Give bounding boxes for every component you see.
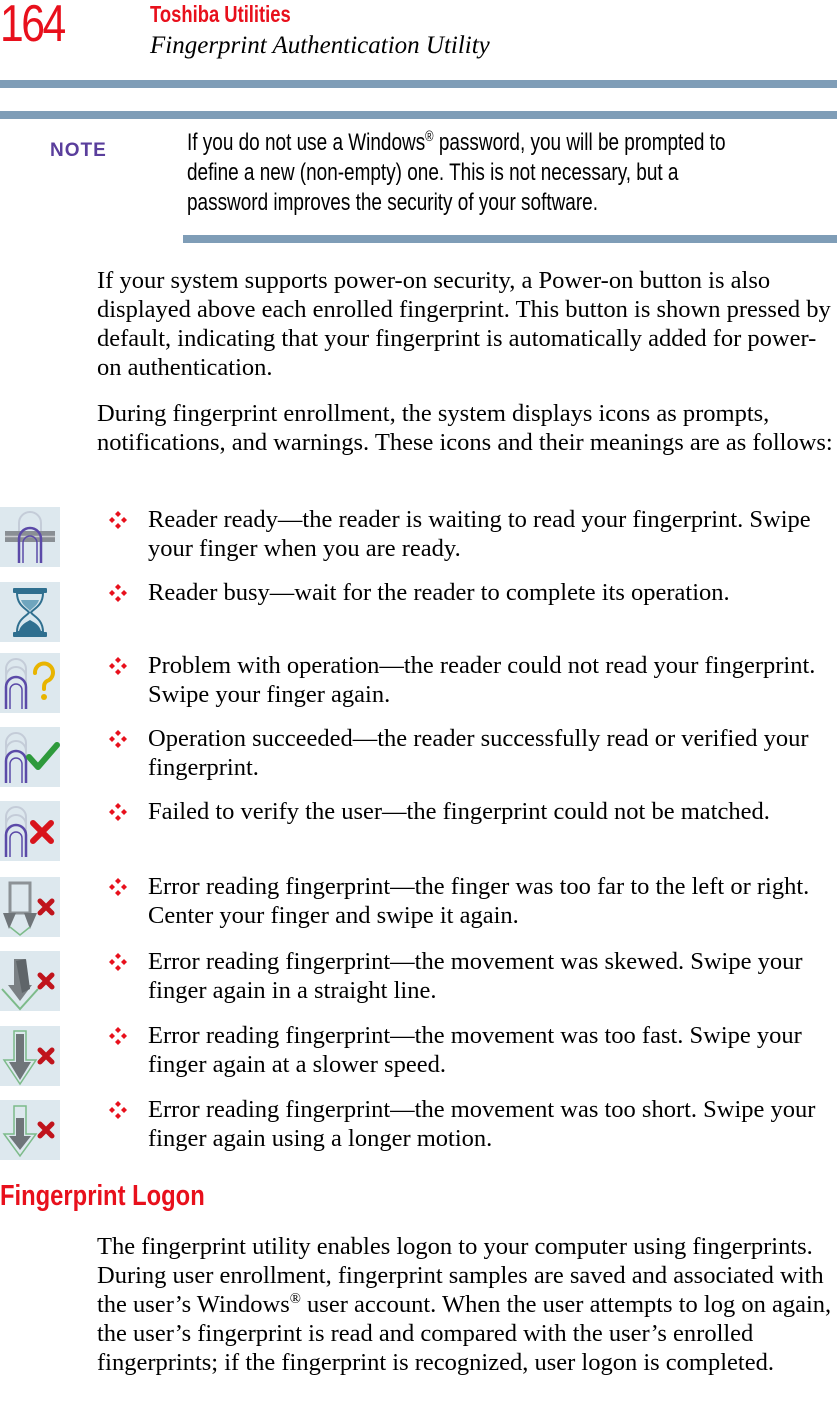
registered-mark: ®: [425, 129, 434, 145]
fingerprint-logon-paragraph: The fingerprint utility enables logon to…: [97, 1232, 837, 1377]
power-on-paragraph: If your system supports power-on securit…: [97, 267, 831, 381]
long-arrow-x-icon: [0, 1026, 60, 1086]
diamond-bullet-icon: [109, 511, 127, 529]
diamond-bullet-icon: [109, 1101, 127, 1119]
icon-item-too-fast: Error reading fingerprint—the movement w…: [148, 1022, 802, 1078]
reader-ready-icon: [0, 507, 60, 567]
diamond-bullet-icon: [109, 1027, 127, 1045]
note-text: If you do not use a Windows® password, y…: [187, 128, 740, 218]
short-arrow-x-icon: [0, 1100, 60, 1160]
icon-item-left-right: Error reading fingerprint—the finger was…: [148, 873, 810, 929]
icon-item-skewed: Error reading fingerprint—the movement w…: [148, 948, 803, 1004]
note-label: NOTE: [50, 140, 107, 161]
icon-item-reader-busy: Reader busy—wait for the reader to compl…: [148, 579, 730, 606]
skewed-arrow-x-icon: [0, 951, 60, 1011]
icon-item-failed: Failed to verify the user—the fingerprin…: [148, 798, 770, 825]
finger-x-icon: [0, 801, 60, 861]
section-heading-fingerprint-logon: Fingerprint Logon: [0, 1180, 205, 1212]
registered-mark: ®: [289, 1290, 301, 1307]
page-number: 164: [0, 0, 66, 53]
header-rule: [0, 80, 837, 88]
diamond-bullet-icon: [109, 584, 127, 602]
finger-check-icon: [0, 727, 60, 787]
icon-item-reader-ready: Reader ready—the reader is waiting to re…: [148, 506, 811, 562]
chapter-title: Toshiba Utilities: [150, 1, 291, 27]
icon-item-problem: Problem with operation—the reader could …: [148, 652, 816, 708]
note-top-rule: [0, 111, 837, 119]
diamond-bullet-icon: [109, 803, 127, 821]
diamond-bullet-icon: [109, 730, 127, 748]
diamond-bullet-icon: [109, 657, 127, 675]
section-title: Fingerprint Authentication Utility: [150, 32, 490, 59]
icon-item-success: Operation succeeded—the reader successfu…: [148, 725, 809, 781]
hourglass-icon: [0, 582, 60, 642]
note-text-start: If you do not use a Windows: [187, 129, 426, 156]
diamond-bullet-icon: [109, 953, 127, 971]
finger-question-icon: [0, 653, 60, 713]
note-bottom-rule: [183, 235, 837, 243]
double-arrow-x-icon: [0, 877, 60, 937]
icon-item-too-short: Error reading fingerprint—the movement w…: [148, 1096, 816, 1152]
diamond-bullet-icon: [109, 878, 127, 896]
enrollment-icons-intro: During fingerprint enrollment, the syste…: [97, 400, 833, 456]
